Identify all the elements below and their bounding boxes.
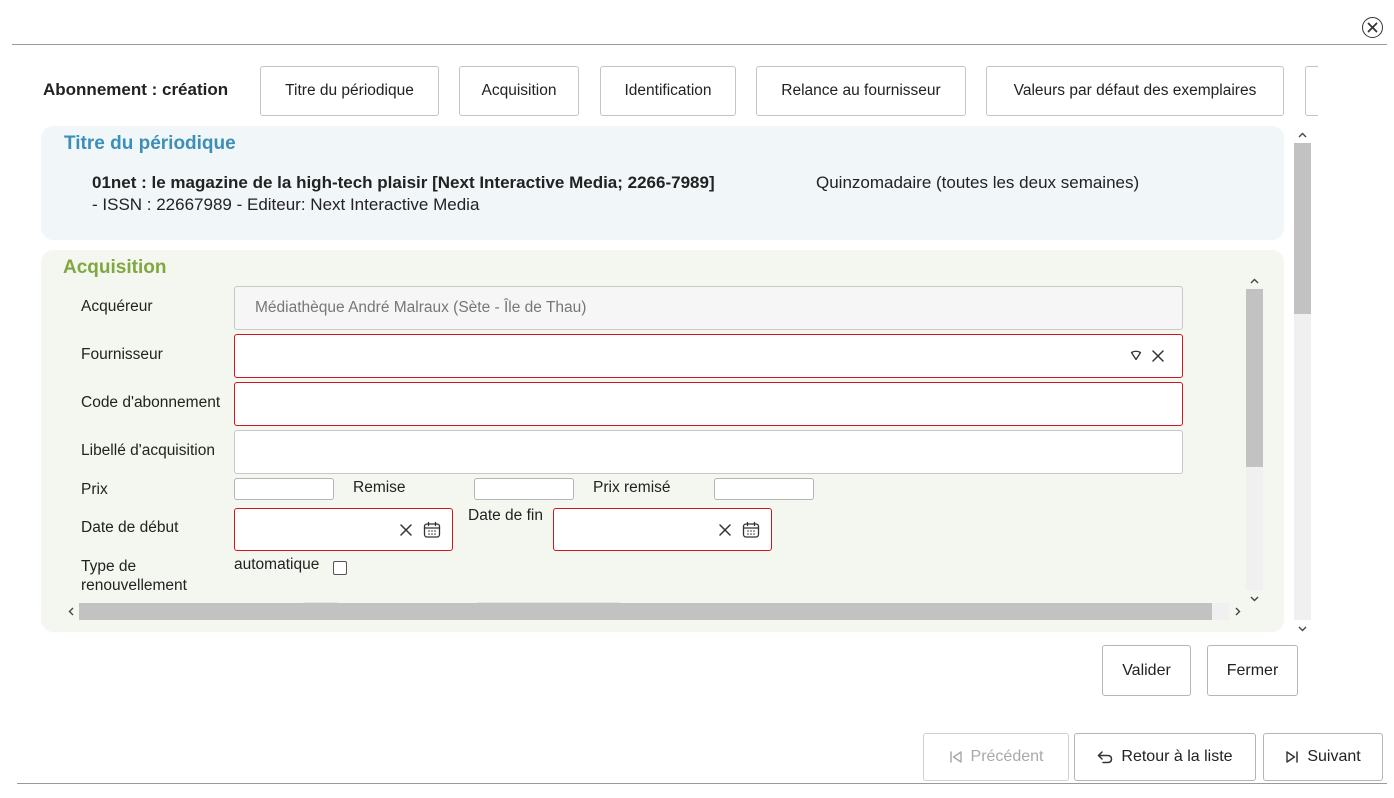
libelle-acquisition-field[interactable]: [234, 430, 1183, 474]
type-renouvellement-label-line1: Type de: [81, 558, 137, 575]
automatique-label: automatique: [234, 556, 320, 573]
date-debut-picker-button[interactable]: [421, 519, 443, 541]
dialog-scroll-track[interactable]: [1294, 143, 1311, 620]
type-renouvellement-label-line2: renouvellement: [81, 577, 187, 594]
footer-divider: [17, 783, 1387, 784]
skip-previous-icon: [949, 751, 962, 763]
chevron-left-icon: [68, 607, 73, 616]
dropdown-toggle[interactable]: [1128, 347, 1144, 363]
calendar-icon: [423, 521, 441, 538]
fournisseur-field[interactable]: [234, 334, 1183, 378]
fermer-button[interactable]: Fermer: [1207, 645, 1298, 696]
tab-valeurs-par-defaut[interactable]: Valeurs par défaut des exemplaires: [986, 66, 1284, 116]
close-icon: [1152, 350, 1164, 362]
code-abonnement-field[interactable]: [234, 382, 1183, 426]
date-debut-label: Date de début: [81, 519, 179, 536]
tab-identification[interactable]: Identification: [600, 66, 736, 116]
scroll-up-arrow[interactable]: [1246, 272, 1263, 289]
chevron-down-icon: [1250, 596, 1259, 601]
periodical-title: 01net : le magazine de la high-tech plai…: [92, 173, 715, 193]
vertical-scroll-thumb[interactable]: [1246, 289, 1263, 467]
precedent-button: Précédent: [923, 733, 1069, 781]
titre-section: Titre du périodique 01net : le magazine …: [41, 126, 1284, 240]
undo-arrow-icon: [1098, 751, 1113, 764]
acquisition-form: Acquéreur Médiathèque André Malraux (Sèt…: [41, 250, 1284, 632]
tab-relance-au-fournisseur[interactable]: Relance au fournisseur: [756, 66, 966, 116]
date-debut-input[interactable]: [234, 508, 453, 551]
date-fin-picker-button[interactable]: [740, 519, 762, 541]
close-icon: [719, 524, 731, 536]
chevron-down-icon: [1298, 626, 1307, 631]
dialog-scroll-thumb[interactable]: [1294, 143, 1311, 314]
clear-date-debut-button[interactable]: [396, 520, 416, 540]
automatique-checkbox[interactable]: [333, 561, 347, 575]
clear-date-fin-button[interactable]: [715, 520, 735, 540]
scroll-left-arrow[interactable]: [62, 603, 79, 620]
prix-remise-input[interactable]: [714, 478, 814, 500]
periodical-title-text: 01net : le magazine de la high-tech plai…: [92, 173, 715, 192]
libelle-acquisition-label: Libellé d'acquisition: [81, 442, 215, 459]
scroll-right-arrow[interactable]: [1229, 603, 1246, 620]
dialog-title: Abonnement : création: [43, 80, 229, 99]
vertical-scroll-track[interactable]: [1246, 289, 1263, 590]
prix-label: Prix: [81, 481, 108, 498]
dialog-vertical-scrollbar[interactable]: [1294, 126, 1311, 637]
clear-fournisseur-button[interactable]: [1148, 346, 1168, 366]
retour-label: Retour à la liste: [1121, 748, 1233, 765]
valider-button[interactable]: Valider: [1102, 645, 1191, 696]
close-dialog-button[interactable]: [1362, 17, 1383, 38]
precedent-label: Précédent: [970, 748, 1044, 765]
subscription-dialog: Abonnement : création Titre du périodiqu…: [12, 0, 1394, 798]
shield-icon: [1130, 350, 1142, 361]
retour-liste-button[interactable]: Retour à la liste: [1074, 733, 1256, 781]
tab-titre-du-periodique[interactable]: Titre du périodique: [260, 66, 439, 116]
scroll-down-arrow[interactable]: [1294, 620, 1311, 637]
scroll-up-arrow[interactable]: [1294, 126, 1311, 143]
titre-section-header: Titre du périodique: [64, 133, 236, 154]
suivant-label: Suivant: [1307, 748, 1361, 765]
code-abonnement-label: Code d'abonnement: [81, 394, 221, 411]
chevron-right-icon: [1235, 607, 1240, 616]
scroll-down-arrow[interactable]: [1246, 590, 1263, 607]
acquisition-vertical-scrollbar[interactable]: [1246, 272, 1263, 607]
periodical-frequency: Quinzomadaire (toutes les deux semaines): [816, 173, 1140, 192]
prix-input[interactable]: [234, 478, 334, 500]
acquisition-section: Acquisition Acquéreur Médiathèque André …: [41, 250, 1284, 632]
prix-remise-label: Prix remisé: [593, 479, 671, 496]
header-divider: [12, 44, 1387, 45]
close-icon: [1367, 22, 1378, 33]
skip-next-icon: [1286, 751, 1299, 763]
close-icon: [400, 524, 412, 536]
acquereur-field: Médiathèque André Malraux (Sète - Île de…: [234, 286, 1183, 330]
horizontal-scroll-thumb[interactable]: [79, 603, 1212, 620]
dialog-content: Titre du périodique 01net : le magazine …: [40, 126, 1284, 632]
remise-input[interactable]: [474, 478, 574, 500]
calendar-icon: [742, 521, 760, 538]
chevron-up-icon: [1298, 132, 1307, 137]
periodical-details: - ISSN : 22667989 - Editeur: Next Intera…: [92, 195, 480, 214]
chevron-up-icon: [1250, 278, 1259, 283]
fournisseur-label: Fournisseur: [81, 346, 163, 363]
date-fin-input[interactable]: [553, 508, 772, 551]
horizontal-scroll-track[interactable]: [79, 603, 1229, 620]
acquisition-horizontal-scrollbar[interactable]: [62, 603, 1246, 620]
tab-acquisition[interactable]: Acquisition: [459, 66, 579, 116]
suivant-button[interactable]: Suivant: [1263, 733, 1383, 781]
remise-label: Remise: [353, 479, 406, 496]
acquereur-label: Acquéreur: [81, 298, 153, 315]
tab-overflow-partial[interactable]: [1305, 66, 1318, 116]
date-fin-label: Date de fin: [468, 507, 543, 524]
